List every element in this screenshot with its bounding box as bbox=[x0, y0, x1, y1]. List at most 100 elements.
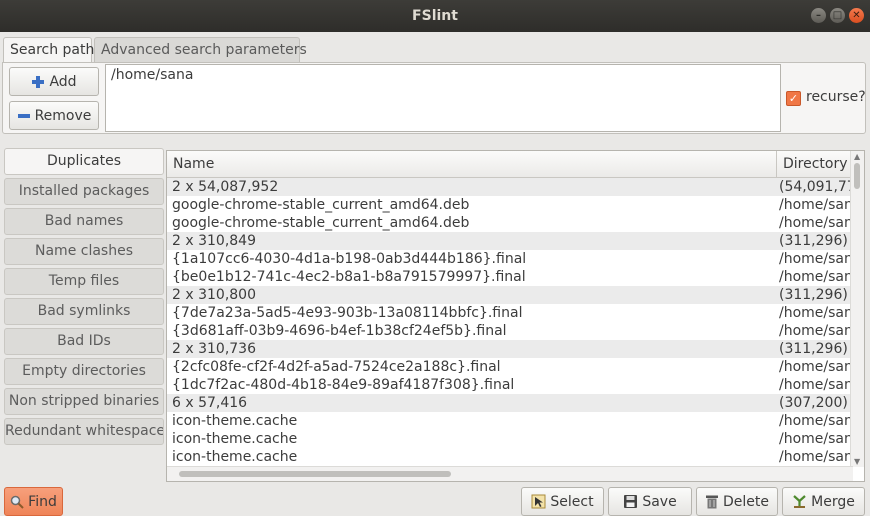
table-row[interactable]: {7de7a23a-5ad5-4e93-903b-13a08114bbfc}.f… bbox=[167, 304, 853, 322]
cell-directory: (311,296) bbox=[779, 341, 848, 357]
cell-name: icon-theme.cache bbox=[172, 431, 298, 447]
delete-button-label: Delete bbox=[723, 493, 769, 510]
cell-directory: /home/san bbox=[779, 305, 853, 321]
cell-name: google-chrome-stable_current_amd64.deb bbox=[172, 197, 470, 213]
table-row[interactable]: icon-theme.cache/home/san bbox=[167, 412, 853, 430]
plus-icon bbox=[32, 75, 45, 88]
merge-button-label: Merge bbox=[811, 493, 855, 510]
group-row[interactable]: 2 x 310,736 (311,296) bbox=[167, 340, 853, 358]
cell-directory: /home/san bbox=[779, 359, 853, 375]
sidebar-item-duplicates[interactable]: Duplicates bbox=[4, 148, 164, 175]
results-table[interactable]: Name Directory 2 x 54,087,952 (54,091,77 g… bbox=[166, 150, 865, 482]
delete-button[interactable]: Delete bbox=[696, 487, 778, 516]
select-button-label: Select bbox=[550, 493, 594, 510]
remove-button[interactable]: Remove bbox=[9, 101, 99, 130]
table-row[interactable]: {2cfc08fe-cf2f-4d2f-a5ad-7524ce2a188c}.f… bbox=[167, 358, 853, 376]
vertical-scroll-thumb[interactable] bbox=[854, 163, 860, 189]
cell-directory: /home/san bbox=[779, 269, 853, 285]
window-title: FSlint bbox=[412, 8, 458, 24]
window-controls: – □ ✕ bbox=[811, 8, 864, 23]
cell-name: 6 x 57,416 bbox=[172, 395, 248, 411]
cell-directory: /home/san bbox=[779, 413, 853, 429]
merge-icon bbox=[793, 495, 806, 508]
maximize-button[interactable]: □ bbox=[830, 8, 845, 23]
table-body: 2 x 54,087,952 (54,091,77 google-chrome-st… bbox=[167, 178, 853, 466]
sidebar-item-empty-directories[interactable]: Empty directories bbox=[4, 358, 164, 385]
add-button[interactable]: Add bbox=[9, 67, 99, 96]
sidebar-item-non-stripped-binaries[interactable]: Non stripped binaries bbox=[4, 388, 164, 415]
horizontal-scroll-thumb[interactable] bbox=[179, 471, 451, 477]
minimize-button[interactable]: – bbox=[811, 8, 826, 23]
cell-directory: (311,296) bbox=[779, 233, 848, 249]
cell-name: {3d681aff-03b9-4696-b4ef-1b38cf24ef5b}.f… bbox=[172, 323, 507, 339]
group-row[interactable]: 2 x 54,087,952 (54,091,77 bbox=[167, 178, 853, 196]
save-button[interactable]: Save bbox=[608, 487, 692, 516]
remove-button-label: Remove bbox=[34, 107, 92, 124]
table-row[interactable]: {1dc7f2ac-480d-4b18-84e9-89af4187f308}.f… bbox=[167, 376, 853, 394]
save-button-label: Save bbox=[642, 493, 677, 510]
select-icon bbox=[531, 494, 546, 509]
cell-name: {1dc7f2ac-480d-4b18-84e9-89af4187f308}.f… bbox=[172, 377, 515, 393]
cell-name: 2 x 310,849 bbox=[172, 233, 256, 249]
cell-directory: /home/san bbox=[779, 323, 853, 339]
sidebar-item-bad-symlinks[interactable]: Bad symlinks bbox=[4, 298, 164, 325]
scroll-up-icon[interactable]: ▲ bbox=[854, 152, 860, 161]
path-entry[interactable]: /home/sana bbox=[111, 67, 775, 83]
cell-name: 2 x 54,087,952 bbox=[172, 179, 279, 195]
cell-name: {1a107cc6-4030-4d1a-b198-0ab3d444b186}.f… bbox=[172, 251, 527, 267]
table-row[interactable]: google-chrome-stable_current_amd64.deb/h… bbox=[167, 196, 853, 214]
cell-directory: /home/san bbox=[779, 215, 853, 231]
scroll-down-icon[interactable]: ▼ bbox=[854, 457, 860, 466]
sidebar-item-bad-names[interactable]: Bad names bbox=[4, 208, 164, 235]
cell-directory: /home/san bbox=[779, 431, 853, 447]
sidebar-item-installed-packages[interactable]: Installed packages bbox=[4, 178, 164, 205]
tab-advanced-search-parameters[interactable]: Advanced search parameters bbox=[94, 37, 307, 63]
cell-directory: /home/san bbox=[779, 449, 853, 465]
column-header-name[interactable]: Name bbox=[167, 151, 776, 177]
sidebar-item-temp-files[interactable]: Temp files bbox=[4, 268, 164, 295]
cell-directory: /home/san bbox=[779, 251, 853, 267]
column-header-directory[interactable]: Directory bbox=[776, 151, 853, 177]
cell-name: {be0e1b12-741c-4ec2-b8a1-b8a791579997}.f… bbox=[172, 269, 526, 285]
cell-name: google-chrome-stable_current_amd64.deb bbox=[172, 215, 470, 231]
recurse-checkbox[interactable]: ✓ bbox=[786, 91, 801, 106]
trash-icon bbox=[706, 495, 718, 509]
vertical-scrollbar[interactable]: ▲ ▼ bbox=[850, 151, 864, 467]
cell-name: {7de7a23a-5ad5-4e93-903b-13a08114bbfc}.f… bbox=[172, 305, 523, 321]
horizontal-scrollbar[interactable] bbox=[167, 466, 853, 481]
cell-name: icon-theme.cache bbox=[172, 449, 298, 465]
cell-name: {2cfc08fe-cf2f-4d2f-a5ad-7524ce2a188c}.f… bbox=[172, 359, 501, 375]
add-button-label: Add bbox=[49, 73, 77, 90]
group-row[interactable]: 6 x 57,416 (307,200) bbox=[167, 394, 853, 412]
merge-button[interactable]: Merge bbox=[782, 487, 865, 516]
minus-icon bbox=[17, 113, 30, 118]
search-path-list[interactable]: /home/sana bbox=[105, 64, 781, 132]
magnifier-icon bbox=[10, 495, 24, 509]
cell-name: icon-theme.cache bbox=[172, 413, 298, 429]
find-button[interactable]: Find bbox=[4, 487, 63, 516]
cell-name: 2 x 310,736 bbox=[172, 341, 256, 357]
table-row[interactable]: icon-theme.cache/home/san bbox=[167, 448, 853, 466]
group-row[interactable]: 2 x 310,849 (311,296) bbox=[167, 232, 853, 250]
sidebar-item-name-clashes[interactable]: Name clashes bbox=[4, 238, 164, 265]
table-row[interactable]: {3d681aff-03b9-4696-b4ef-1b38cf24ef5b}.f… bbox=[167, 322, 853, 340]
cell-directory: (54,091,77 bbox=[779, 179, 853, 195]
table-row[interactable]: {1a107cc6-4030-4d1a-b198-0ab3d444b186}.f… bbox=[167, 250, 853, 268]
tab-search-path[interactable]: Search path bbox=[3, 37, 94, 64]
cell-directory: (311,296) bbox=[779, 287, 848, 303]
table-header: Name Directory bbox=[167, 151, 853, 178]
group-row[interactable]: 2 x 310,800 (311,296) bbox=[167, 286, 853, 304]
cell-directory: (307,200) bbox=[779, 395, 848, 411]
sidebar-item-redundant-whitespace[interactable]: Redundant whitespace bbox=[4, 418, 164, 445]
table-row[interactable]: {be0e1b12-741c-4ec2-b8a1-b8a791579997}.f… bbox=[167, 268, 853, 286]
close-button[interactable]: ✕ bbox=[849, 8, 864, 23]
select-button[interactable]: Select bbox=[521, 487, 604, 516]
sidebar-item-bad-ids[interactable]: Bad IDs bbox=[4, 328, 164, 355]
recurse-label[interactable]: recurse? bbox=[806, 89, 866, 105]
table-row[interactable]: icon-theme.cache/home/san bbox=[167, 430, 853, 448]
save-icon bbox=[624, 495, 638, 508]
cell-directory: /home/san bbox=[779, 197, 853, 213]
table-row[interactable]: google-chrome-stable_current_amd64.deb/h… bbox=[167, 214, 853, 232]
cell-name: 2 x 310,800 bbox=[172, 287, 256, 303]
find-button-label: Find bbox=[28, 493, 57, 510]
